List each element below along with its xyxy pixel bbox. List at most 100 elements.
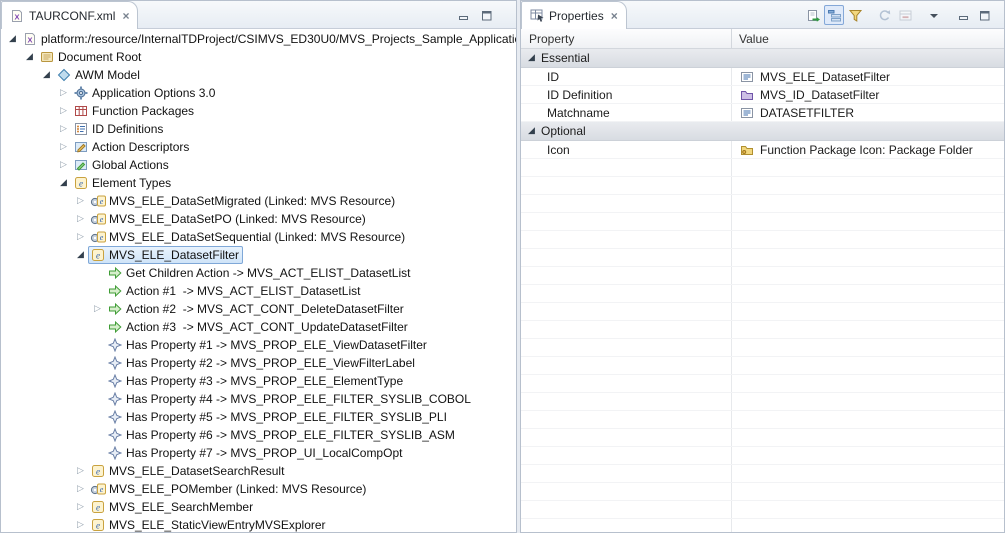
property-value-text: MVS_ID_DatasetFilter (760, 88, 879, 102)
svg-text:e: e (79, 179, 83, 189)
tree-item[interactable]: Has Property #3 -> MVS_PROP_ELE_ElementT… (1, 372, 516, 390)
empty-value-cell (732, 519, 1004, 532)
element-linked-icon: e (90, 211, 106, 227)
expand-toggle-icon[interactable]: ◢ (39, 66, 54, 84)
tree-item[interactable]: ◢Xplatform:/resource/InternalTDProject/C… (1, 30, 516, 48)
empty-name-cell (521, 465, 732, 482)
expand-toggle-icon[interactable]: ▷ (73, 210, 88, 228)
tree-item[interactable]: ▷eMVS_ELE_SearchMember (1, 498, 516, 516)
show-advanced-properties-button[interactable] (845, 5, 865, 25)
expand-toggle-icon[interactable]: ▷ (56, 120, 71, 138)
property-name: Matchname (521, 104, 732, 121)
tree-item[interactable]: ▷Application Options 3.0 (1, 84, 516, 102)
tree-item[interactable]: ▷Global Actions (1, 156, 516, 174)
tree-item[interactable]: Has Property #7 -> MVS_PROP_UI_LocalComp… (1, 444, 516, 462)
tree-item-label: Has Property #3 -> MVS_PROP_ELE_ElementT… (126, 374, 403, 388)
tree-row-content: eMVS_ELE_StaticViewEntryMVSExplorer (88, 516, 330, 532)
tree-row-content: Action #3 -> MVS_ACT_CONT_UpdateDatasetF… (105, 318, 412, 336)
empty-name-cell (521, 501, 732, 518)
properties-tab[interactable]: Properties × (521, 1, 627, 29)
tree-row-content: Has Property #1 -> MVS_PROP_ELE_ViewData… (105, 336, 431, 354)
show-categories-button[interactable] (824, 5, 844, 25)
tree-item[interactable]: Has Property #5 -> MVS_PROP_ELE_FILTER_S… (1, 408, 516, 426)
tree-item[interactable]: ◢Document Root (1, 48, 516, 66)
element-types-icon: e (73, 175, 89, 191)
tree-item[interactable]: ▷eMVS_ELE_DataSetMigrated (Linked: MVS R… (1, 192, 516, 210)
tree-item[interactable]: Has Property #6 -> MVS_PROP_ELE_FILTER_S… (1, 426, 516, 444)
close-icon[interactable]: × (611, 10, 618, 22)
close-icon[interactable]: × (122, 10, 129, 22)
expand-toggle-icon[interactable]: ▷ (56, 156, 71, 174)
tree-item[interactable]: ◢AWM Model (1, 66, 516, 84)
empty-value-cell (732, 357, 1004, 374)
tree-item[interactable]: ▷Action Descriptors (1, 138, 516, 156)
action-arrow-icon (107, 283, 123, 299)
tree-item[interactable]: Action #1 -> MVS_ACT_ELIST_DatasetList (1, 282, 516, 300)
tree-item-label: Has Property #5 -> MVS_PROP_ELE_FILTER_S… (126, 410, 447, 424)
category-label: Optional (541, 124, 586, 138)
tree-item[interactable]: Has Property #4 -> MVS_PROP_ELE_FILTER_S… (1, 390, 516, 408)
expand-toggle-icon[interactable]: ▷ (73, 498, 88, 516)
expand-toggle-icon[interactable]: ▷ (73, 516, 88, 532)
maximize-button[interactable] (476, 5, 496, 25)
tree-item[interactable]: ▷Function Packages (1, 102, 516, 120)
empty-row (521, 501, 1004, 519)
id-value-icon (739, 105, 755, 121)
tree-item[interactable]: ◢eElement Types (1, 174, 516, 192)
empty-row (521, 213, 1004, 231)
expand-toggle-icon[interactable]: ▷ (56, 138, 71, 156)
expand-toggle-icon[interactable]: ▷ (73, 462, 88, 480)
pin-properties-view-button[interactable] (803, 5, 823, 25)
tree-item[interactable]: ▷ID Definitions (1, 120, 516, 138)
tree-item[interactable]: Get Children Action -> MVS_ACT_ELIST_Dat… (1, 264, 516, 282)
expand-toggle-icon[interactable]: ▷ (56, 102, 71, 120)
editor-window-buttons (453, 1, 516, 29)
empty-row (521, 357, 1004, 375)
maximize-button[interactable] (974, 5, 994, 25)
svg-text:e: e (100, 197, 104, 206)
expand-toggle-icon[interactable]: ▷ (73, 228, 88, 246)
empty-row (521, 321, 1004, 339)
empty-name-cell (521, 231, 732, 248)
expand-toggle-icon[interactable]: ◢ (22, 48, 37, 66)
tree-item[interactable]: ▷eMVS_ELE_POMember (Linked: MVS Resource… (1, 480, 516, 498)
xml-tree: ◢Xplatform:/resource/InternalTDProject/C… (1, 29, 516, 532)
tree-item[interactable]: ◢eMVS_ELE_DatasetFilter (1, 246, 516, 264)
property-row[interactable]: IconFunction Package Icon: Package Folde… (521, 141, 1004, 159)
editor-tab[interactable]: X TAURCONF.xml × (1, 1, 138, 29)
view-menu-button[interactable] (924, 5, 944, 25)
tree-item[interactable]: Action #3 -> MVS_ACT_CONT_UpdateDatasetF… (1, 318, 516, 336)
tree-item[interactable]: Has Property #1 -> MVS_PROP_ELE_ViewData… (1, 336, 516, 354)
expand-toggle-icon[interactable]: ◢ (528, 122, 541, 140)
empty-row (521, 249, 1004, 267)
expand-toggle-icon[interactable]: ▷ (90, 300, 105, 318)
empty-value-cell (732, 285, 1004, 302)
tree-item[interactable]: ▷eMVS_ELE_StaticViewEntryMVSExplorer (1, 516, 516, 532)
tree-item[interactable]: ▷Action #2 -> MVS_ACT_CONT_DeleteDataset… (1, 300, 516, 318)
id-value-icon (739, 69, 755, 85)
category-row[interactable]: ◢Optional (521, 122, 1004, 141)
property-value-text: MVS_ELE_DatasetFilter (760, 70, 890, 84)
property-row[interactable]: MatchnameDATASETFILTER (521, 104, 1004, 122)
minimize-button[interactable] (453, 5, 473, 25)
property-row[interactable]: IDMVS_ELE_DatasetFilter (521, 68, 1004, 86)
expand-toggle-icon[interactable]: ▷ (56, 84, 71, 102)
expand-toggle-icon[interactable]: ◢ (73, 246, 88, 264)
category-row[interactable]: ◢Essential (521, 49, 1004, 68)
empty-name-cell (521, 285, 732, 302)
minimize-button[interactable] (953, 5, 973, 25)
expand-toggle-icon[interactable]: ▷ (73, 480, 88, 498)
tree-item[interactable]: Has Property #2 -> MVS_PROP_ELE_ViewFilt… (1, 354, 516, 372)
element-types-icon: e (90, 247, 106, 263)
tree-row-content: eMVS_ELE_DatasetSearchResult (88, 462, 288, 480)
expand-toggle-icon[interactable]: ◢ (528, 49, 541, 67)
expand-toggle-icon[interactable]: ◢ (56, 174, 71, 192)
expand-toggle-icon[interactable]: ▷ (73, 192, 88, 210)
expand-toggle-icon[interactable]: ◢ (5, 30, 20, 48)
tree-item[interactable]: ▷eMVS_ELE_DataSetPO (Linked: MVS Resourc… (1, 210, 516, 228)
has-property-icon (107, 373, 123, 389)
tree-item[interactable]: ▷eMVS_ELE_DataSetSequential (Linked: MVS… (1, 228, 516, 246)
tree-item[interactable]: ▷eMVS_ELE_DatasetSearchResult (1, 462, 516, 480)
tree-item-label: Has Property #1 -> MVS_PROP_ELE_ViewData… (126, 338, 427, 352)
property-row[interactable]: ID DefinitionMVS_ID_DatasetFilter (521, 86, 1004, 104)
